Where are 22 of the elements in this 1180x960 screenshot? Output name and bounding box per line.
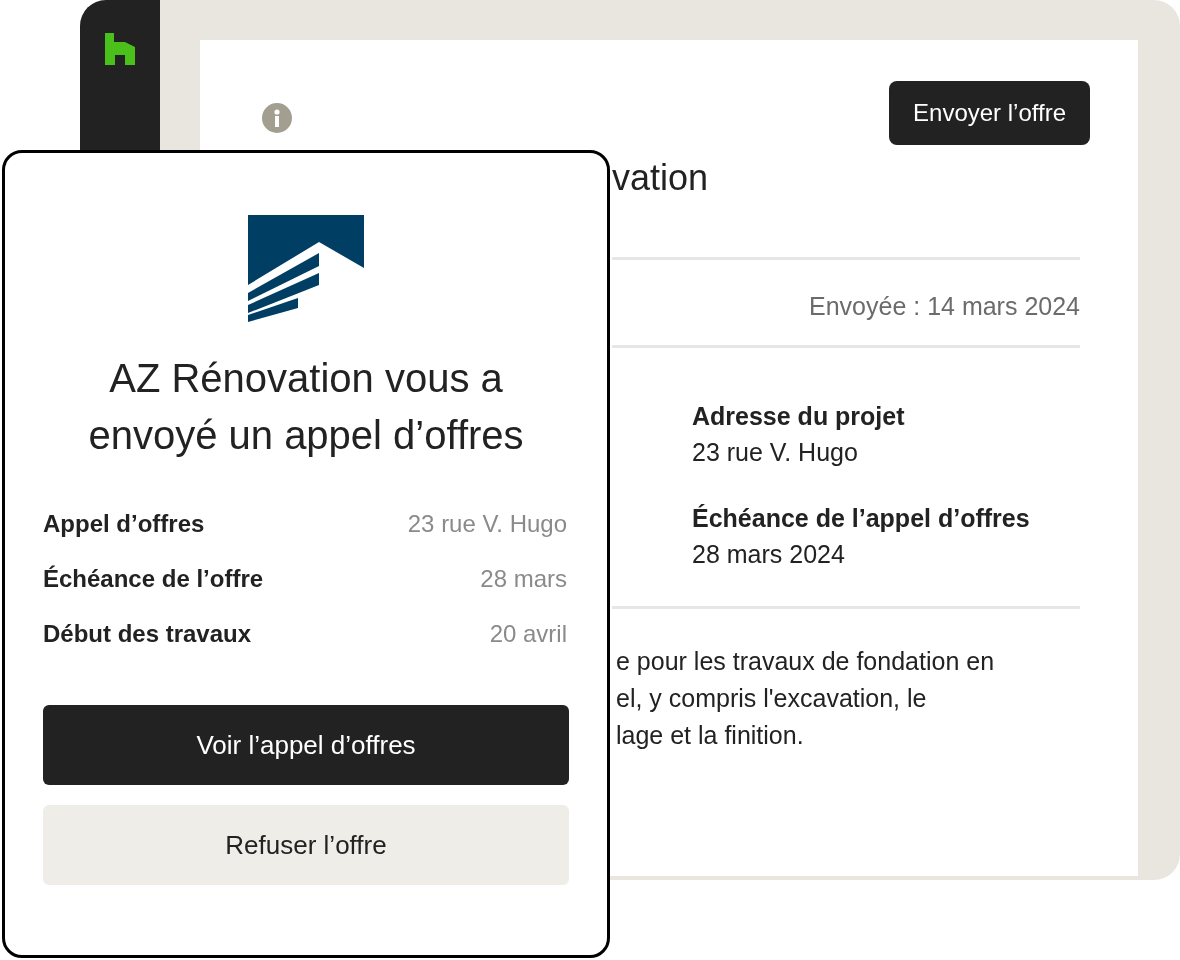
row-label: Début des travaux [43, 619, 252, 649]
detail-value: 28 mars 2024 [692, 539, 846, 570]
row-label: Échéance de l’offre [43, 564, 264, 594]
row-value: 23 rue V. Hugo [407, 509, 567, 539]
row-value: 20 avril [489, 619, 567, 649]
send-offer-button[interactable]: Envoyer l’offre [889, 81, 1090, 145]
description-text: lage et la finition. [615, 720, 805, 751]
detail-label: Adresse du projet [692, 401, 906, 432]
project-title: vation [612, 157, 710, 200]
info-icon[interactable] [262, 103, 292, 133]
detail-value: 23 rue V. Hugo [692, 437, 859, 468]
detail-label: Échéance de l’appel d’offres [692, 503, 1031, 534]
row-value: 28 mars [480, 564, 567, 594]
invitation-title: AZ Rénovation vous a envoyé un appel d’offres [87, 355, 525, 459]
sent-date: Envoyée : 14 mars 2024 [808, 291, 1080, 322]
building-logo-icon [248, 215, 364, 322]
row-label: Appel d’offres [43, 509, 205, 539]
decline-offer-button[interactable]: Refuser l’offre [43, 805, 569, 885]
house-logo-icon [105, 33, 135, 65]
view-tender-button[interactable]: Voir l’appel d’offres [43, 705, 569, 785]
description-text: e pour les travaux de fondation en [615, 646, 996, 677]
description-text: el, y compris l'excavation, le [615, 683, 928, 714]
